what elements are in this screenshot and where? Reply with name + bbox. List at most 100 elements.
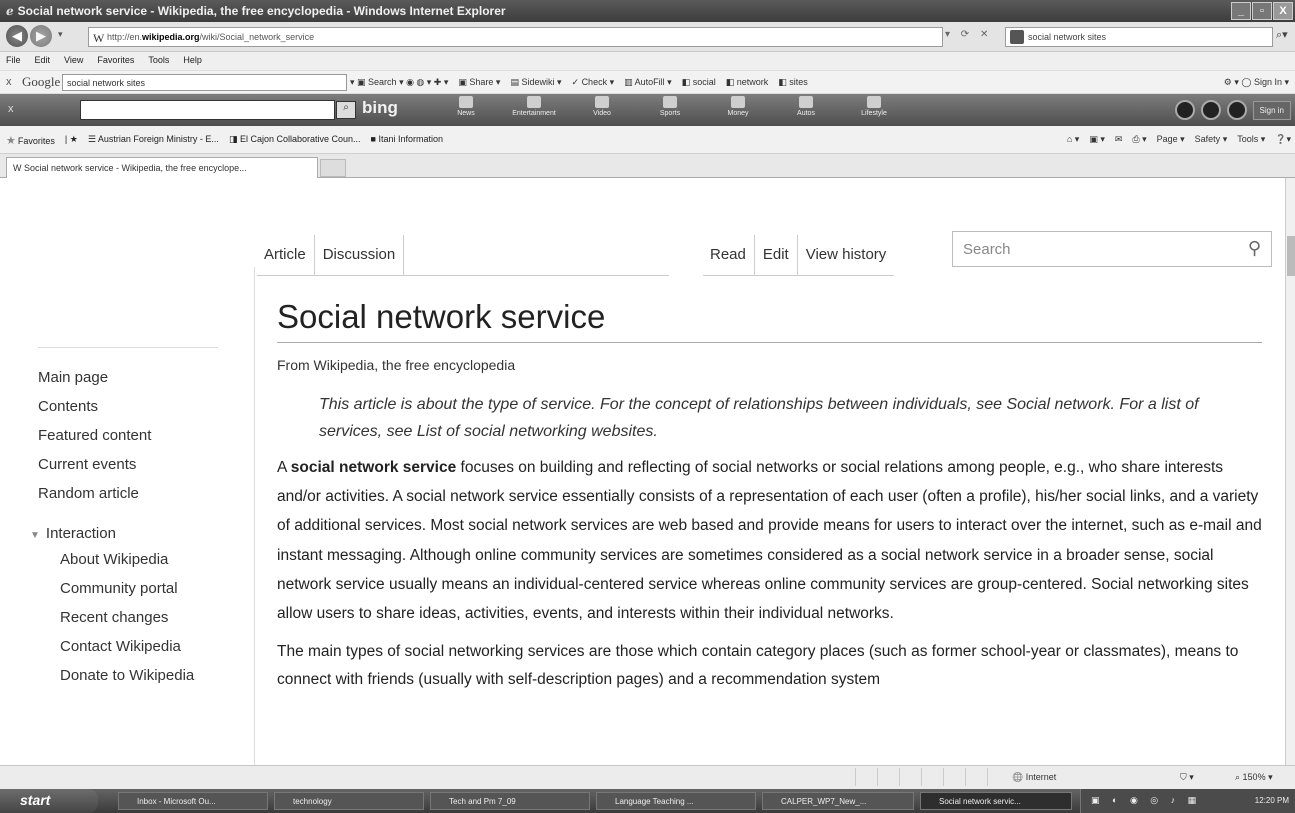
bing-news-button[interactable]: News [440, 96, 492, 117]
highlight-social-button[interactable]: ◧ social [682, 77, 716, 88]
help-icon[interactable]: ❓▾ [1275, 134, 1291, 145]
search-go-icon[interactable]: ⌕▾ [1276, 28, 1288, 42]
scrollbar-thumb[interactable] [1287, 236, 1295, 276]
google-toolbar-items: ▾ ▣ Search ▾ ◉ ◍ ▾ ✚ ▾ ▣ Share ▾ ▤ Sidew… [350, 77, 808, 88]
bing-entertainment-button[interactable]: Entertainment [508, 96, 560, 117]
bing-money-button[interactable]: Money [712, 96, 764, 117]
status-bar: 🌐 Internet ⛉ ▾ ⌕ 150% ▾ [0, 765, 1295, 789]
menu-view[interactable]: View [64, 55, 83, 70]
sidebar-item-featured-content[interactable]: Featured content [38, 421, 151, 450]
menu-help[interactable]: Help [183, 55, 202, 70]
maximize-button[interactable]: ▫ [1252, 2, 1272, 20]
sidebar-item-about-wikipedia[interactable]: About Wikipedia [60, 545, 194, 574]
tools-menu[interactable]: Tools ▾ [1237, 134, 1265, 145]
task-technology[interactable]: technology [274, 792, 424, 810]
task-inbox[interactable]: Inbox - Microsoft Ou... [118, 792, 268, 810]
news-icon [459, 96, 473, 108]
page-scrollbar[interactable] [1285, 178, 1295, 765]
google-search-button[interactable]: ▾ ▣ Search ▾ ◉ ◍ ▾ ✚ ▾ [350, 77, 448, 88]
close-button[interactable]: X [1273, 2, 1293, 20]
second-paragraph: The main types of social networking serv… [277, 643, 1239, 689]
google-search-input[interactable]: social network sites [62, 74, 347, 91]
add-favorite-icon[interactable]: | ★ [65, 134, 78, 147]
tray-icons[interactable]: ▣ ◐ ◉ ◎ ♪ ▦ [1091, 795, 1201, 806]
bing-sports-button[interactable]: Sports [644, 96, 696, 117]
task-language-teaching[interactable]: Language Teaching ... [596, 792, 756, 810]
google-toolbar: x Google social network sites ▾ ▣ Search… [0, 70, 1295, 94]
bing-settings-icon[interactable] [1174, 100, 1195, 120]
sidebar-item-main-page[interactable]: Main page [38, 363, 151, 392]
sidebar-item-contents[interactable]: Contents [38, 392, 151, 421]
bing-refresh-icon[interactable] [1200, 100, 1221, 120]
url-input[interactable]: W http://en.wikipedia.org/wiki/Social_ne… [88, 27, 943, 47]
sidebar-item-donate[interactable]: Donate to Wikipedia [60, 661, 194, 690]
highlight-sites-button[interactable]: ◧ sites [778, 77, 808, 88]
mail-icon[interactable]: ✉ [1115, 134, 1123, 145]
google-check-button[interactable]: ✓ Check ▾ [572, 77, 615, 88]
wiki-search-input[interactable]: Search ⚲ [952, 231, 1272, 267]
window-controls: _ ▫ X [1231, 2, 1293, 20]
favorite-link-elcajon[interactable]: ◨ El Cajon Collaborative Coun... [229, 134, 361, 147]
command-bar: ⌂ ▾ ▣ ▾ ✉ ⎙ ▾ Page ▾ Safety ▾ Tools ▾ ❓▾ [1067, 134, 1291, 145]
highlight-network-button[interactable]: ◧ network [726, 77, 769, 88]
tab-social-network-service[interactable]: W Social network service - Wikipedia, th… [6, 157, 318, 178]
favorites-bar: ★ Favorites | ★ ☰ Austrian Foreign Minist… [0, 126, 1295, 154]
system-tray: ▣ ◐ ◉ ◎ ♪ ▦ 12:20 PM [1080, 789, 1295, 813]
print-icon[interactable]: ⎙ ▾ [1132, 134, 1146, 145]
tab-label: Social network service - Wikipedia, the … [24, 163, 247, 173]
feeds-icon[interactable]: ▣ ▾ [1089, 134, 1105, 145]
page-menu[interactable]: Page ▾ [1157, 134, 1185, 145]
search-icon[interactable]: ⚲ [1248, 238, 1261, 259]
bing-autos-button[interactable]: Autos [780, 96, 832, 117]
history-dropdown-icon[interactable]: ▾ [58, 29, 63, 40]
protected-mode-icon[interactable]: ⛉ ▾ [1180, 772, 1194, 783]
bing-search-circle-icon[interactable] [1226, 100, 1247, 120]
safety-menu[interactable]: Safety ▾ [1195, 134, 1228, 145]
menu-favorites[interactable]: Favorites [97, 55, 134, 70]
bing-logo: bing [362, 98, 398, 117]
clock[interactable]: 12:20 PM [1255, 796, 1289, 805]
home-icon[interactable]: ⌂ ▾ [1067, 134, 1079, 145]
task-tech-and-pm[interactable]: Tech and Pm 7_09 [430, 792, 590, 810]
menu-edit[interactable]: Edit [35, 55, 51, 70]
sidebar-item-recent-changes[interactable]: Recent changes [60, 603, 194, 632]
security-zone[interactable]: 🌐 Internet [1012, 772, 1056, 783]
tab-row: W Social network service - Wikipedia, th… [0, 154, 1295, 178]
url-domain: wikipedia.org [142, 32, 200, 42]
sidebar-item-random-article[interactable]: Random article [38, 479, 151, 508]
back-icon[interactable]: ◀ [6, 25, 28, 47]
zoom-level[interactable]: ⌕ 150% ▾ [1235, 772, 1273, 783]
task-social-network-service[interactable]: Social network servic... [920, 792, 1072, 810]
refresh-stop-icons[interactable]: ▾ ⟳ ✕ [945, 29, 992, 40]
menu-file[interactable]: File [6, 55, 21, 70]
browser-search-input[interactable]: social network sites [1005, 27, 1273, 47]
sidebar-item-current-events[interactable]: Current events [38, 450, 151, 479]
google-autofill-button[interactable]: ▥ AutoFill ▾ [624, 77, 672, 88]
start-button[interactable]: start [0, 789, 98, 813]
bing-search-icon[interactable]: ⌕ [336, 101, 356, 119]
bing-lifestyle-button[interactable]: Lifestyle [848, 96, 900, 117]
google-signin[interactable]: ⚙ ▾ ◯ Sign In ▾ [1224, 77, 1289, 88]
close-toolbar-icon[interactable]: x [6, 76, 12, 88]
sports-icon [663, 96, 677, 108]
bing-search-input[interactable] [80, 100, 335, 120]
favorite-link-itani[interactable]: ■ Itani Information [371, 134, 443, 147]
favorite-link-austrian[interactable]: ☰ Austrian Foreign Ministry - E... [88, 134, 219, 147]
url-prefix: http://en. [107, 32, 143, 42]
task-calper[interactable]: CALPER_WP7_New_... [762, 792, 914, 810]
bing-signin-button[interactable]: Sign in [1252, 100, 1291, 120]
ie-icon: ℯ [6, 4, 14, 18]
new-tab-button[interactable] [320, 159, 346, 177]
favorites-button[interactable]: ★ Favorites [6, 134, 55, 147]
google-share-button[interactable]: ▣ Share ▾ [458, 77, 500, 88]
sidebar-item-community-portal[interactable]: Community portal [60, 574, 194, 603]
bing-toolbar-items: News Entertainment Video Sports Money Au… [440, 96, 900, 117]
sidebar-item-contact-wikipedia[interactable]: Contact Wikipedia [60, 632, 194, 661]
forward-icon[interactable]: ▶ [30, 25, 52, 47]
address-bar: ◀ ▶ ▾ W http://en.wikipedia.org/wiki/Soc… [0, 22, 1295, 52]
minimize-button[interactable]: _ [1231, 2, 1251, 20]
menu-tools[interactable]: Tools [148, 55, 169, 70]
close-bing-toolbar-icon[interactable]: x [8, 103, 14, 115]
bing-video-button[interactable]: Video [576, 96, 628, 117]
google-sidewiki-button[interactable]: ▤ Sidewiki ▾ [510, 77, 561, 88]
